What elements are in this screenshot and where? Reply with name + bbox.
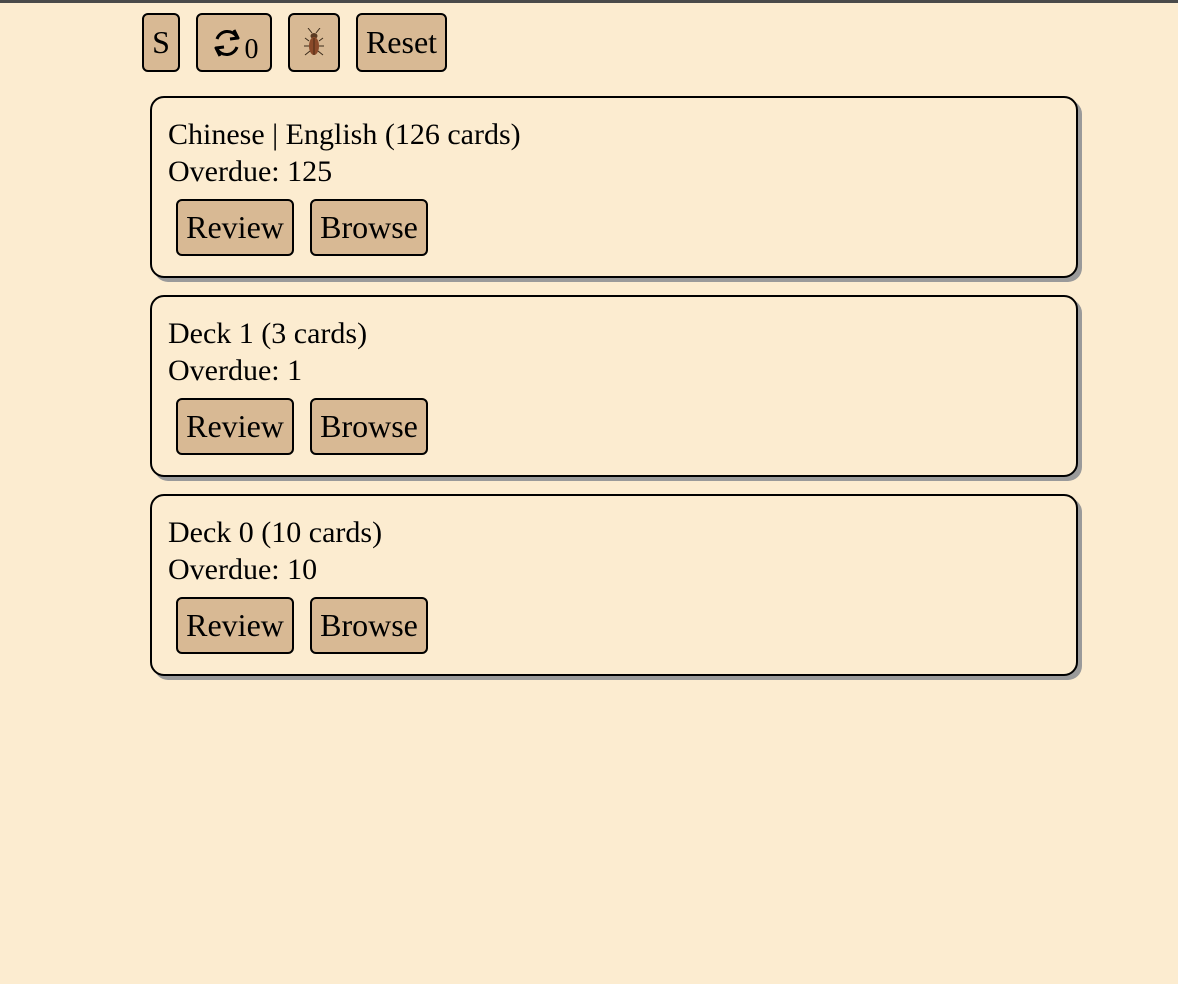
top-border bbox=[0, 0, 1178, 3]
reset-button[interactable]: Reset bbox=[356, 13, 447, 72]
deck-actions: Review Browse bbox=[176, 597, 1076, 654]
review-button[interactable]: Review bbox=[176, 398, 294, 455]
deck-title: Deck 0 (10 cards) bbox=[168, 516, 383, 549]
deck-list: Chinese | English (126 cards) Overdue: 1… bbox=[150, 96, 1078, 693]
deck-actions: Review Browse bbox=[176, 199, 1076, 256]
deck-title: Deck 1 (3 cards) bbox=[168, 317, 368, 350]
review-button[interactable]: Review bbox=[176, 199, 294, 256]
browse-button[interactable]: Browse bbox=[310, 199, 428, 256]
deck-overdue-count: Overdue: 1 bbox=[168, 354, 303, 387]
deck-card: Chinese | English (126 cards) Overdue: 1… bbox=[150, 96, 1078, 278]
deck-card: Deck 1 (3 cards) Overdue: 1 Review Brows… bbox=[150, 295, 1078, 477]
deck-card: Deck 0 (10 cards) Overdue: 10 Review Bro… bbox=[150, 494, 1078, 676]
cockroach-icon bbox=[304, 27, 324, 55]
settings-button[interactable]: S bbox=[142, 13, 180, 72]
deck-actions: Review Browse bbox=[176, 398, 1076, 455]
deck-title: Chinese | English (126 cards) bbox=[168, 118, 521, 151]
bug-report-button[interactable] bbox=[288, 13, 340, 72]
deck-overdue-count: Overdue: 125 bbox=[168, 155, 333, 188]
sync-button[interactable]: 0 bbox=[196, 13, 272, 72]
browse-button[interactable]: Browse bbox=[310, 597, 428, 654]
browse-button[interactable]: Browse bbox=[310, 398, 428, 455]
sync-count: 0 bbox=[244, 33, 259, 65]
sync-icon bbox=[214, 28, 239, 57]
toolbar: S 0 Reset bbox=[142, 13, 447, 72]
deck-overdue-count: Overdue: 10 bbox=[168, 553, 318, 586]
review-button[interactable]: Review bbox=[176, 597, 294, 654]
